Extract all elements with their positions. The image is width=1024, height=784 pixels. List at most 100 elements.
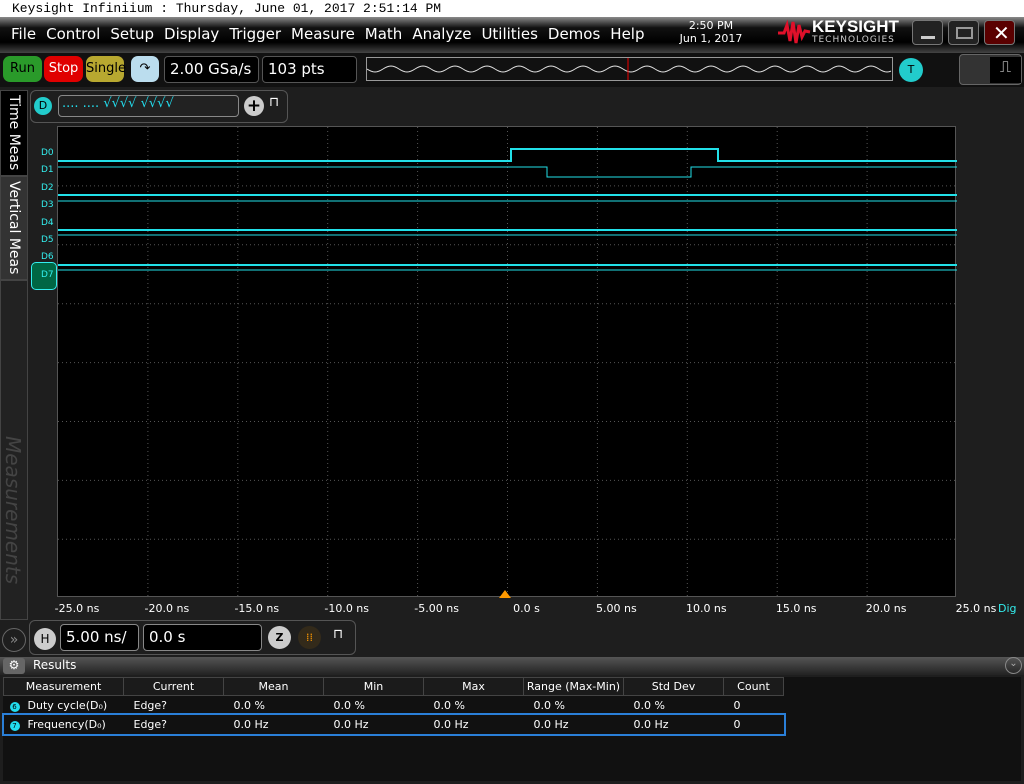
x-tick-label: 20.0 ns	[865, 602, 907, 615]
close-button[interactable]: ✕	[984, 20, 1015, 45]
channel-label-d4[interactable]: D4	[41, 218, 54, 228]
clock: 2:50 PM Jun 1, 2017	[679, 19, 743, 45]
channel-label-d6[interactable]: D6	[41, 252, 54, 262]
x-tick-label: 25.0 ns	[955, 602, 997, 615]
menu-measure[interactable]: Measure	[286, 25, 360, 43]
channel-label-d1[interactable]: D1	[41, 165, 54, 175]
mode-toggle[interactable]: ⎍	[959, 54, 1022, 85]
cell-text: 0	[733, 698, 741, 712]
menu-bar: File Control Setup Display Trigger Measure Mat…	[0, 17, 1024, 53]
menu-display[interactable]: Display	[159, 25, 224, 43]
digital-channel-bar: D .... .... √√√√ √√√√ + ⊓	[30, 90, 288, 123]
menu-setup[interactable]: Setup	[105, 25, 159, 43]
x-tick-label: -5.00 ns	[414, 602, 459, 615]
stop-button[interactable]: Stop	[44, 56, 83, 82]
menu-analyze[interactable]: Analyze	[407, 25, 476, 43]
measurement-badge: 6	[9, 701, 20, 712]
column-header[interactable]: Std Dev	[623, 677, 724, 696]
menu-help[interactable]: Help	[605, 25, 649, 43]
column-header[interactable]: Max	[423, 677, 524, 696]
x-tick-label: -20.0 ns	[144, 602, 190, 615]
time-scale-field[interactable]: 5.00 ns/	[60, 624, 139, 651]
cell: 0.0 %	[624, 696, 724, 715]
horizontal-bar: H 5.00 ns/ 0.0 s Z ⁞⁞ ⊓	[29, 620, 356, 655]
cell: 6 Duty cycle(D₀)	[4, 696, 124, 715]
menu-trigger[interactable]: Trigger	[224, 25, 286, 43]
markers-icon: ⁞⁞	[306, 631, 313, 644]
menu-utilities[interactable]: Utilities	[476, 25, 542, 43]
column-header[interactable]: Mean	[223, 677, 324, 696]
column-header[interactable]: Count	[723, 677, 784, 696]
zoom-button[interactable]: Z	[268, 626, 291, 649]
zoom-icon: Z	[275, 631, 284, 644]
cell-text: 0.0 Hz	[533, 717, 569, 731]
tab-time-meas[interactable]: Time Meas	[0, 90, 28, 176]
time-position-field[interactable]: 0.0 s	[143, 624, 262, 651]
cell: 0.0 Hz	[424, 715, 524, 734]
cell-text: 0.0 Hz	[433, 717, 469, 731]
gear-icon[interactable]: ⚙	[3, 658, 25, 674]
run-button[interactable]: Run	[3, 56, 42, 82]
digital-bits-field[interactable]: .... .... √√√√ √√√√	[58, 95, 239, 117]
close-icon: ✕	[993, 21, 1010, 45]
add-channel-button[interactable]: +	[244, 96, 264, 116]
menu-file[interactable]: File	[6, 25, 41, 43]
menu-control[interactable]: Control	[41, 25, 105, 43]
waveform-mode-icon: ⎍	[990, 57, 1021, 83]
cell-text: 0.0 Hz	[233, 717, 269, 731]
x-tick-label: 5.00 ns	[596, 602, 637, 615]
overview-wave-icon	[366, 58, 892, 80]
waveform-display[interactable]	[57, 126, 957, 598]
keysight-logo: KEYSIGHT TECHNOLOGIES	[776, 18, 899, 45]
column-header[interactable]: Range (Max-Min)	[523, 677, 624, 696]
cell: 0.0 Hz	[624, 715, 724, 734]
markers-button[interactable]: ⁞⁞	[298, 626, 321, 649]
x-tick-label: -10.0 ns	[324, 602, 370, 615]
tab-measurements[interactable]: Measurements	[0, 280, 28, 620]
table-row[interactable]: 7 Frequency(D₀) Edge? 0.0 Hz 0.0 Hz 0.0 Hz 0.0…	[1, 712, 786, 736]
cell: 0.0 Hz	[524, 715, 624, 734]
menu-demos[interactable]: Demos	[543, 25, 605, 43]
window-title: Keysight Infiniium : Thursday, June 01, …	[0, 0, 1024, 17]
channel-label-d7[interactable]: D7	[41, 270, 54, 280]
x-tick-label: 10.0 ns	[685, 602, 727, 615]
cell: 0.0 %	[424, 696, 524, 715]
column-header[interactable]: Current	[123, 677, 224, 696]
channel-label-d0[interactable]: D0	[41, 148, 54, 158]
column-header[interactable]: Min	[323, 677, 424, 696]
waveform-overview[interactable]	[366, 57, 893, 81]
menu-math[interactable]: Math	[360, 25, 408, 43]
axis-unit-label: Dig	[998, 602, 1017, 615]
tab-vertical-meas[interactable]: Vertical Meas	[0, 176, 28, 280]
cell: 7 Frequency(D₀)	[4, 715, 124, 734]
channel-label-d2[interactable]: D2	[41, 183, 54, 193]
trigger-button[interactable]: T	[899, 58, 923, 82]
column-header[interactable]: Measurement	[3, 677, 124, 696]
results-title: Results	[33, 658, 77, 672]
maximize-button[interactable]	[948, 20, 979, 45]
sample-rate-field[interactable]: 2.00 GSa/s	[164, 56, 259, 83]
cell-text: 0.0 %	[433, 698, 465, 712]
channel-label-d5[interactable]: D5	[41, 235, 54, 245]
memory-depth-field[interactable]: 103 pts	[262, 56, 357, 83]
expand-button[interactable]: »	[2, 628, 26, 652]
pin-icon[interactable]: ⊓	[269, 95, 279, 110]
horizontal-label[interactable]: H	[34, 628, 56, 650]
x-tick-label: -15.0 ns	[234, 602, 280, 615]
cell: 0.0 %	[524, 696, 624, 715]
channel-label-d3[interactable]: D3	[41, 200, 54, 210]
minimize-button[interactable]	[912, 20, 943, 45]
table-row[interactable]: 6 Duty cycle(D₀) Edge? 0.0 % 0.0 % 0.0 % 0.0 %…	[4, 696, 784, 715]
collapse-results-button[interactable]: ⌄	[1005, 657, 1022, 674]
cell-text: 0.0 %	[333, 698, 365, 712]
cell-text: 0.0 Hz	[633, 717, 669, 731]
auto-scale-button[interactable]: ↷	[131, 56, 159, 82]
cell-text: Duty cycle(D₀)	[27, 698, 108, 712]
trigger-position-marker[interactable]	[499, 590, 511, 598]
single-button[interactable]: Single	[86, 56, 126, 82]
digital-label[interactable]: D	[34, 97, 52, 115]
cell: Edge?	[124, 715, 224, 734]
cell: 0	[724, 715, 784, 734]
waveform-grid	[58, 127, 957, 598]
pin-icon[interactable]: ⊓	[333, 627, 343, 642]
